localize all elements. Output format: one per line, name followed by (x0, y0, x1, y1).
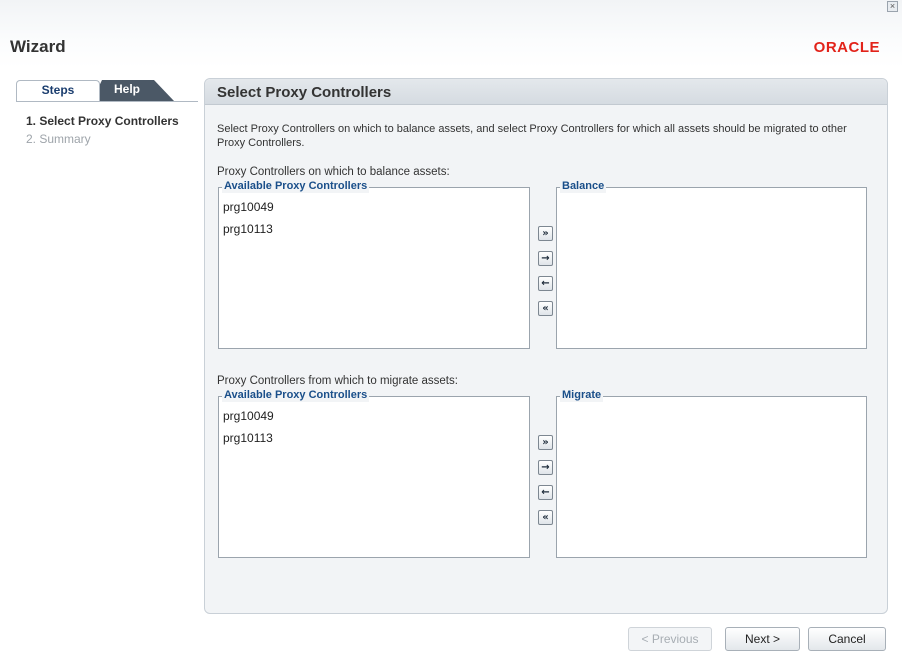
balance-selected-list[interactable]: Balance (556, 179, 867, 349)
migrate-available-list[interactable]: Available Proxy Controllers prg10049 prg… (218, 388, 530, 558)
page-title: Select Proxy Controllers (217, 84, 392, 101)
page-description: Select Proxy Controllers on which to bal… (217, 123, 847, 149)
close-icon[interactable]: × (887, 1, 898, 12)
move-left-icon[interactable]: ← (538, 276, 553, 291)
balance-section-label: Proxy Controllers on which to balance as… (217, 166, 450, 178)
balance-shuttle-buttons: » → ← « (538, 226, 554, 326)
migrate-section-label: Proxy Controllers from which to migrate … (217, 375, 458, 387)
move-right-icon[interactable]: → (538, 460, 553, 475)
migrate-available-legend: Available Proxy Controllers (222, 388, 370, 402)
list-item[interactable]: prg10113 (223, 427, 274, 449)
window-title: Wizard (10, 37, 66, 56)
move-all-icon[interactable]: » (538, 435, 553, 450)
step-summary: 2. Summary (26, 132, 91, 146)
move-left-icon[interactable]: ← (538, 485, 553, 500)
steps-help-tabs: Steps Help (16, 80, 196, 102)
balance-selected-legend: Balance (560, 179, 607, 193)
balance-available-list[interactable]: Available Proxy Controllers prg10049 prg… (218, 179, 530, 349)
remove-all-icon[interactable]: « (538, 510, 553, 525)
remove-all-icon[interactable]: « (538, 301, 553, 316)
list-item[interactable]: prg10049 (223, 196, 274, 218)
move-right-icon[interactable]: → (538, 251, 553, 266)
main-header: Select Proxy Controllers (205, 79, 887, 105)
migrate-selected-legend: Migrate (560, 388, 604, 402)
step-select-proxy-controllers[interactable]: 1. Select Proxy Controllers (26, 112, 179, 130)
tab-help[interactable]: Help (92, 80, 174, 101)
window-header: × Wizard ORACLE (0, 0, 902, 68)
main-panel: Select Proxy Controllers Select Proxy Co… (204, 78, 888, 614)
list-item[interactable]: prg10113 (223, 218, 274, 240)
migrate-shuttle-buttons: » → ← « (538, 435, 554, 535)
steps-list: 1. Select Proxy Controllers 2. Summary (26, 112, 179, 148)
previous-button[interactable]: < Previous (628, 627, 712, 651)
tabs-divider (16, 101, 198, 102)
move-all-icon[interactable]: » (538, 226, 553, 241)
balance-available-legend: Available Proxy Controllers (222, 179, 370, 193)
list-item[interactable]: prg10049 (223, 405, 274, 427)
next-button[interactable]: Next > (725, 627, 800, 651)
tab-steps[interactable]: Steps (16, 80, 100, 101)
cancel-button[interactable]: Cancel (808, 627, 886, 651)
migrate-selected-list[interactable]: Migrate (556, 388, 867, 558)
oracle-logo: ORACLE (813, 39, 880, 56)
